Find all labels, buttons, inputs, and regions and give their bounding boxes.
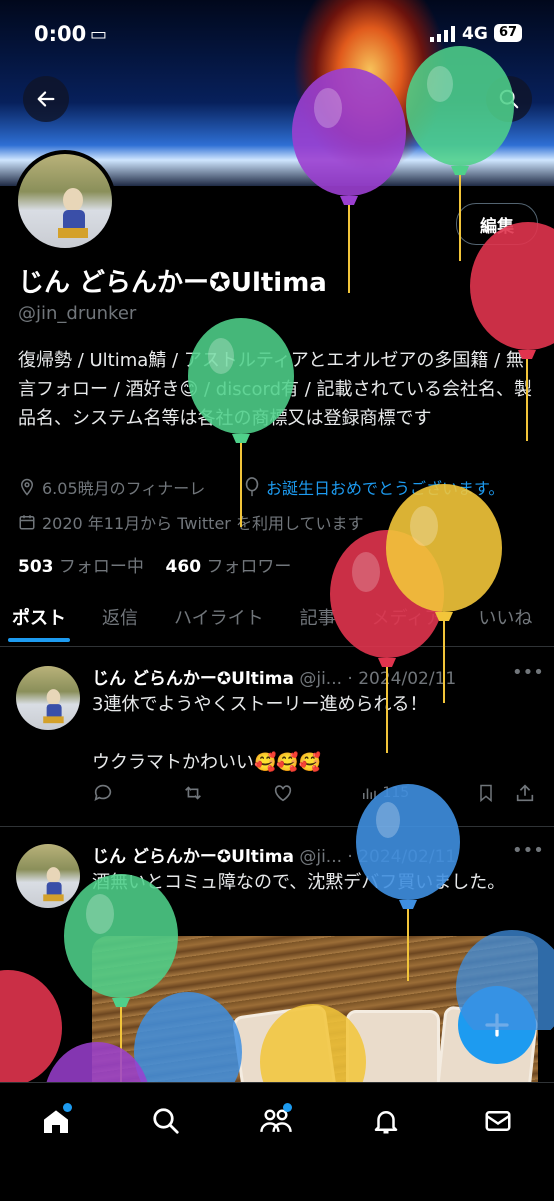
tab-articles[interactable]: 記事 bbox=[300, 594, 336, 646]
following-count: 503 bbox=[18, 557, 54, 577]
explore-icon bbox=[153, 1108, 179, 1134]
nav-explore[interactable] bbox=[146, 1101, 186, 1141]
followers-label: フォロワー bbox=[206, 557, 292, 577]
status-time: 0:00 bbox=[34, 22, 87, 46]
post-author-handle: @ji... bbox=[299, 847, 343, 867]
compose-plus-icon bbox=[485, 1013, 509, 1037]
avatar[interactable] bbox=[14, 150, 116, 252]
profile-handle: @jin_drunker bbox=[18, 303, 137, 324]
profile-joined: 2020 年11月から Twitter を利用しています bbox=[18, 510, 363, 534]
post-more-button[interactable]: ••• bbox=[512, 662, 544, 683]
post-date: · 2024/02/11 bbox=[347, 847, 457, 867]
profile-name: じん どらんかー✪Ultima bbox=[18, 268, 327, 298]
tab-highlights[interactable]: ハイライト bbox=[174, 594, 264, 646]
nav-messages[interactable] bbox=[478, 1101, 518, 1141]
post-author-handle: @ji... bbox=[299, 669, 343, 689]
edit-profile-button[interactable]: 編集 bbox=[456, 203, 538, 245]
post-avatar[interactable] bbox=[16, 666, 80, 730]
followers-count: 460 bbox=[165, 557, 202, 577]
back-arrow-icon bbox=[37, 91, 55, 107]
views-stat[interactable]: 115 bbox=[360, 784, 409, 802]
compose-button[interactable] bbox=[458, 986, 536, 1064]
post-actions: 115 bbox=[92, 782, 536, 804]
tab-likes[interactable]: いいね bbox=[478, 594, 532, 646]
notification-dot bbox=[63, 1103, 72, 1112]
post-avatar[interactable] bbox=[16, 844, 80, 908]
post-header: じん どらんかー✪Ultima @ji... · 2024/02/11 bbox=[92, 664, 456, 689]
views-icon bbox=[363, 788, 377, 799]
profile-tabs: ポスト 返信 ハイライト 記事 メディア いいね bbox=[0, 594, 554, 647]
profile-birthday[interactable]: お誕生日おめでとうございます。 bbox=[244, 475, 504, 499]
bottom-navigation bbox=[0, 1082, 554, 1201]
share-icon[interactable] bbox=[514, 782, 536, 804]
messages-icon bbox=[485, 1111, 511, 1131]
location-text: 6.05暁月のフィナーレ bbox=[42, 479, 206, 498]
nav-notifications[interactable] bbox=[366, 1101, 406, 1141]
profile-location: 6.05暁月のフィナーレ bbox=[18, 475, 205, 499]
network-type: 4G bbox=[462, 24, 488, 44]
sleep-mode-icon: ▭ bbox=[90, 24, 108, 45]
post-more-button[interactable]: ••• bbox=[512, 840, 544, 861]
follow-stats: 503 フォロー中 460 フォロワー bbox=[18, 552, 291, 577]
post-author-name[interactable]: じん どらんかー✪Ultima bbox=[92, 847, 294, 867]
reply-icon[interactable] bbox=[92, 782, 114, 804]
bio-emoji: 😊 bbox=[179, 379, 199, 400]
search-icon bbox=[499, 89, 519, 109]
following-label: フォロー中 bbox=[58, 557, 144, 577]
joined-text: 2020 年11月から Twitter を利用しています bbox=[42, 514, 364, 533]
tab-media[interactable]: メディア bbox=[372, 594, 443, 646]
tab-replies[interactable]: 返信 bbox=[102, 594, 138, 646]
search-button[interactable] bbox=[486, 76, 532, 122]
back-button[interactable] bbox=[23, 76, 69, 122]
calendar-icon bbox=[19, 515, 35, 530]
post-header: じん どらんかー✪Ultima @ji... · 2024/02/11 bbox=[92, 842, 456, 867]
post-date: · 2024/02/11 bbox=[347, 669, 457, 689]
post-text-line-1: 3連休でようやくストーリー進められる！ bbox=[92, 694, 428, 715]
post-text: 3連休でようやくストーリー進められる！ ウクラマトかわいい🥰🥰🥰 bbox=[92, 690, 532, 777]
nav-communities[interactable] bbox=[256, 1101, 296, 1141]
followers-link[interactable]: 460 フォロワー bbox=[166, 557, 292, 577]
balloon-icon bbox=[245, 477, 259, 497]
post-item[interactable]: じん どらんかー✪Ultima @ji... · 2024/02/11 ••• … bbox=[0, 646, 554, 827]
location-pin-icon bbox=[20, 478, 34, 496]
post-text: 酒無いとコミュ障なので、沈黙デバフ買いました。 bbox=[92, 872, 506, 893]
nav-home[interactable] bbox=[36, 1101, 76, 1141]
notifications-icon bbox=[374, 1111, 398, 1134]
birthday-text[interactable]: お誕生日おめでとうございます。 bbox=[266, 475, 504, 499]
battery-indicator: 67 bbox=[494, 24, 522, 42]
following-link[interactable]: 503 フォロー中 bbox=[18, 557, 144, 577]
notification-dot bbox=[283, 1103, 292, 1112]
repost-icon[interactable] bbox=[181, 782, 205, 804]
signal-icon bbox=[430, 26, 456, 46]
like-icon[interactable] bbox=[272, 782, 294, 804]
bookmark-icon[interactable] bbox=[476, 782, 496, 804]
post-text-line-2: ウクラマトかわいい🥰🥰🥰 bbox=[92, 752, 322, 773]
tab-posts[interactable]: ポスト bbox=[8, 594, 70, 646]
status-bar: 0:00 ▭ 4G 67 bbox=[0, 0, 554, 70]
views-count: 115 bbox=[382, 785, 410, 801]
profile-bio: 復帰勢 / Ultima鯖 / アストルティアとエオルゼアの多国籍 / 無言フォ… bbox=[18, 346, 538, 433]
post-author-name[interactable]: じん どらんかー✪Ultima bbox=[92, 669, 294, 689]
